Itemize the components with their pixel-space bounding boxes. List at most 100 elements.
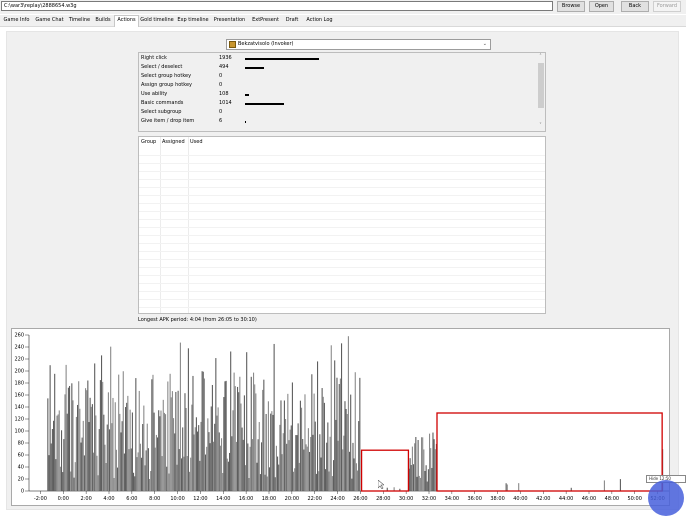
activity-bar xyxy=(256,463,257,491)
activity-bar xyxy=(272,415,273,491)
activity-bar xyxy=(342,449,343,491)
activity-bar xyxy=(308,428,309,491)
browse-button[interactable]: Browse xyxy=(557,1,585,12)
activity-bar xyxy=(304,394,305,491)
activity-bar xyxy=(259,422,260,491)
actions-scrollbar[interactable]: ˆ ˇ xyxy=(537,54,544,130)
activity-bar xyxy=(318,471,319,491)
activity-bar xyxy=(144,465,145,491)
activity-bar xyxy=(314,394,315,491)
activity-bar xyxy=(223,397,224,491)
activity-bar xyxy=(205,455,206,491)
chevron-down-icon[interactable]: ⌄ xyxy=(483,40,487,49)
activity-bar xyxy=(118,375,119,491)
tab-actions[interactable]: Actions xyxy=(114,15,139,27)
x-tick-label: 48:00 xyxy=(605,496,619,502)
mouse-cursor-icon xyxy=(378,480,384,489)
activity-bar xyxy=(195,427,196,491)
column-header-assigned[interactable]: Assigned xyxy=(162,137,185,147)
activity-bar xyxy=(176,465,177,491)
player-select[interactable]: Bekzatvisolo (Invoker) ⌄ xyxy=(226,39,491,50)
tab-gold-timeline[interactable]: Gold timeline xyxy=(139,16,175,25)
x-tick-label: 14:00 xyxy=(216,496,230,502)
activity-bar xyxy=(251,377,252,491)
tab-presentation[interactable]: Presentation xyxy=(211,16,248,25)
activity-bar xyxy=(212,385,213,491)
action-count: 0 xyxy=(219,81,222,90)
x-tick-label: 40:00 xyxy=(513,496,527,502)
activity-bar xyxy=(142,424,143,491)
activity-bar xyxy=(412,447,413,491)
activity-bar xyxy=(303,450,304,491)
click-indicator xyxy=(648,480,684,516)
activity-bar xyxy=(312,435,313,491)
activity-bar xyxy=(254,384,255,491)
forward-button[interactable]: Forward xyxy=(653,1,681,12)
activity-bar xyxy=(62,472,63,491)
scroll-thumb[interactable] xyxy=(538,63,544,108)
column-header-group[interactable]: Group xyxy=(141,137,156,147)
activity-bar xyxy=(151,379,152,491)
action-count: 1014 xyxy=(219,99,232,108)
activity-bar xyxy=(207,418,208,491)
activity-bar xyxy=(166,467,167,491)
activity-bar xyxy=(220,446,221,491)
tab-extpresent[interactable]: ExtPresent xyxy=(249,16,282,25)
activity-bar xyxy=(75,462,76,491)
activity-bar xyxy=(61,430,62,491)
activity-bar xyxy=(163,400,164,491)
activity-bar xyxy=(63,439,64,491)
activity-bar xyxy=(158,410,159,491)
activity-bar xyxy=(620,479,621,491)
activity-bar xyxy=(218,407,219,491)
tab-exp-timeline[interactable]: Exp timeline xyxy=(176,16,210,25)
activity-bar xyxy=(167,381,168,491)
activity-bar xyxy=(156,435,157,491)
tab-timeline[interactable]: Timeline xyxy=(67,16,92,25)
activity-bar xyxy=(100,380,101,491)
tab-action-log[interactable]: Action Log xyxy=(303,16,336,25)
x-tick-label: 18:00 xyxy=(262,496,276,502)
scroll-up-icon[interactable]: ˆ xyxy=(537,54,544,61)
activity-bar xyxy=(335,420,336,491)
tab-draft[interactable]: Draft xyxy=(283,16,301,25)
column-header-used[interactable]: Used xyxy=(190,137,203,147)
table-row xyxy=(139,155,545,156)
activity-bar xyxy=(131,448,132,491)
table-row xyxy=(139,307,545,308)
activity-bar xyxy=(64,394,65,491)
activity-bar xyxy=(174,433,175,491)
action-label: Use ability xyxy=(141,90,167,99)
activity-bar xyxy=(309,452,310,491)
activity-bar xyxy=(235,386,236,491)
tab-builds[interactable]: Builds xyxy=(93,16,113,25)
back-button[interactable]: Back xyxy=(621,1,649,12)
activity-bar xyxy=(128,449,129,491)
activity-bar xyxy=(258,439,259,491)
activity-bar xyxy=(419,476,420,491)
activity-bar xyxy=(111,423,112,491)
x-tick-label: 46:00 xyxy=(582,496,596,502)
apk-period-label: Longest APK period: 4:04 (from 26:05 to … xyxy=(138,316,257,324)
activity-bar xyxy=(172,391,173,491)
scroll-down-icon[interactable]: ˇ xyxy=(537,123,544,130)
activity-bar xyxy=(243,440,244,491)
activity-bar xyxy=(47,398,48,491)
activity-bar xyxy=(138,452,139,491)
activity-bar xyxy=(236,442,237,491)
activity-bar xyxy=(355,372,356,491)
activity-bar xyxy=(50,365,51,491)
activity-bar xyxy=(141,458,142,491)
replay-path-field[interactable]: C:\war3\replay\2888654.w3g xyxy=(1,1,553,11)
activity-bar xyxy=(88,422,89,491)
open-button[interactable]: Open xyxy=(589,1,614,12)
activity-bar xyxy=(418,440,419,491)
action-count: 108 xyxy=(219,90,229,99)
apm-chart-plot: 020406080100120140160180200220240260-2:0… xyxy=(12,329,671,507)
x-tick-label: 36:00 xyxy=(468,496,482,502)
activity-bar xyxy=(278,465,279,491)
activity-bar xyxy=(290,430,291,491)
x-tick-label: -2:00 xyxy=(34,496,47,502)
tab-game-info[interactable]: Game Info xyxy=(1,16,32,25)
tab-game-chat[interactable]: Game Chat xyxy=(33,16,66,25)
